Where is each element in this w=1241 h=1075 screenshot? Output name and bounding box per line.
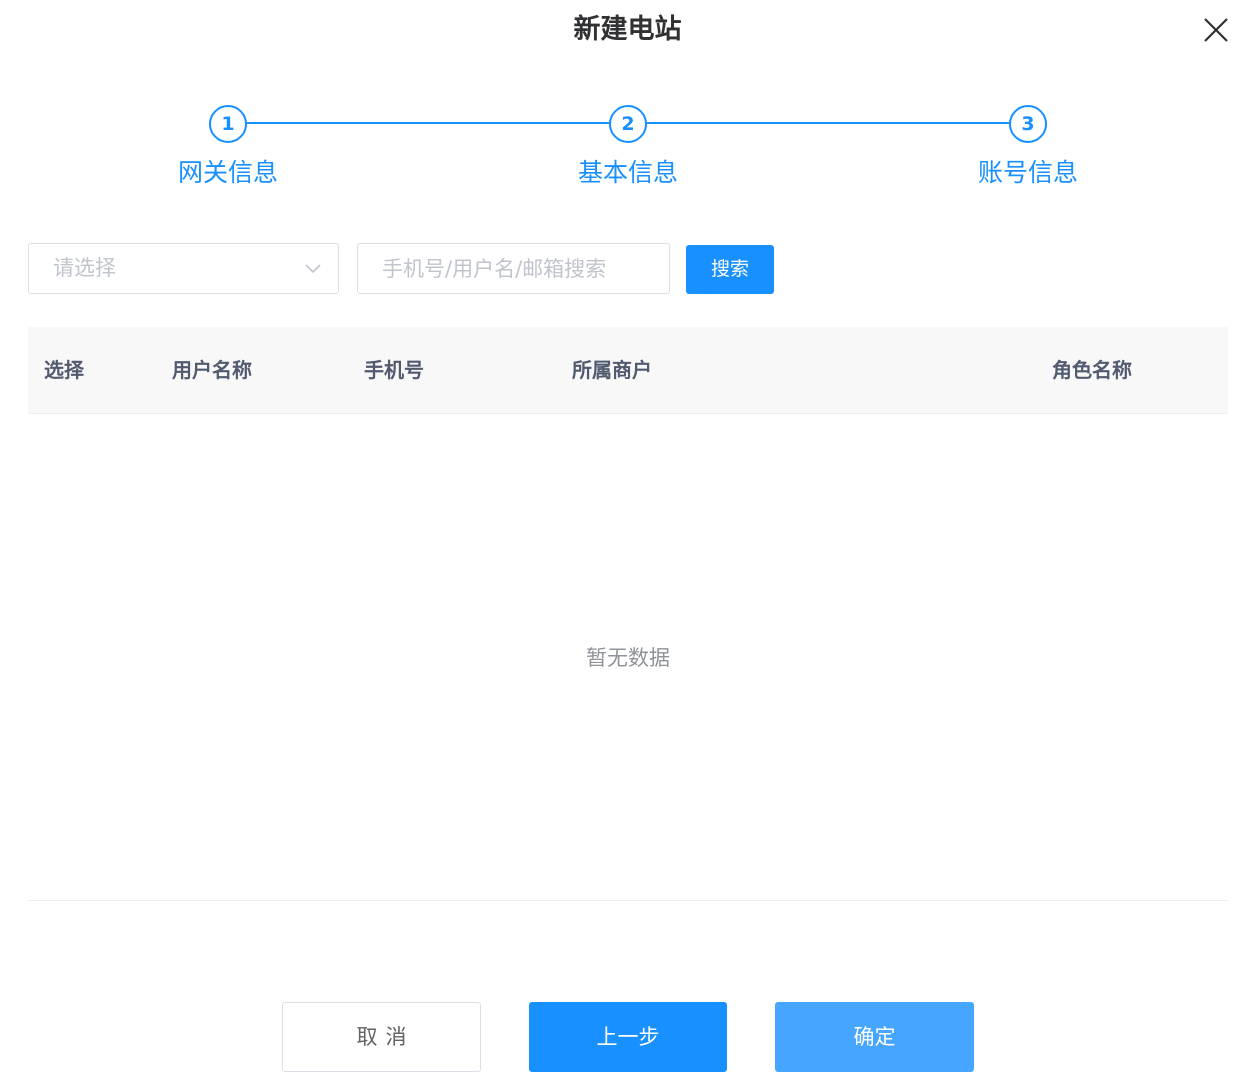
confirm-button[interactable]: 确定 (775, 1002, 974, 1072)
step-connector (645, 122, 1011, 124)
select-placeholder: 请选择 (53, 256, 116, 280)
close-icon (1204, 18, 1228, 42)
merchant-select[interactable]: 请选择 (28, 243, 339, 294)
search-button[interactable]: 搜索 (686, 245, 774, 294)
table-bottom-divider (28, 900, 1228, 901)
dialog-title: 新建电站 (573, 14, 682, 45)
step-1-label: 网关信息 (177, 158, 278, 187)
cancel-button[interactable]: 取消 (282, 1002, 481, 1072)
column-header-merchant: 所属商户 (572, 358, 652, 382)
table-empty-text: 暂无数据 (586, 646, 670, 670)
step-2-number: 2 (609, 105, 647, 143)
step-connector (245, 122, 611, 124)
column-header-select: 选择 (44, 358, 84, 382)
close-button[interactable] (1200, 14, 1232, 46)
step-1-number: 1 (209, 105, 247, 143)
step-2-label: 基本信息 (577, 158, 678, 187)
chevron-down-icon (305, 264, 321, 274)
table-header: 选择 用户名称 手机号 所属商户 角色名称 (28, 327, 1228, 414)
search-input[interactable] (357, 243, 670, 294)
new-station-dialog: 新建电站 1 2 3 网关信息 基本信息 账号信息 请选择 搜索 选择 用户名称… (0, 0, 1241, 1075)
column-header-username: 用户名称 (172, 358, 252, 382)
step-3-label: 账号信息 (977, 158, 1078, 187)
step-3-number: 3 (1009, 105, 1047, 143)
previous-step-button[interactable]: 上一步 (529, 1002, 727, 1072)
column-header-role: 角色名称 (1052, 358, 1132, 382)
column-header-phone: 手机号 (364, 358, 424, 382)
